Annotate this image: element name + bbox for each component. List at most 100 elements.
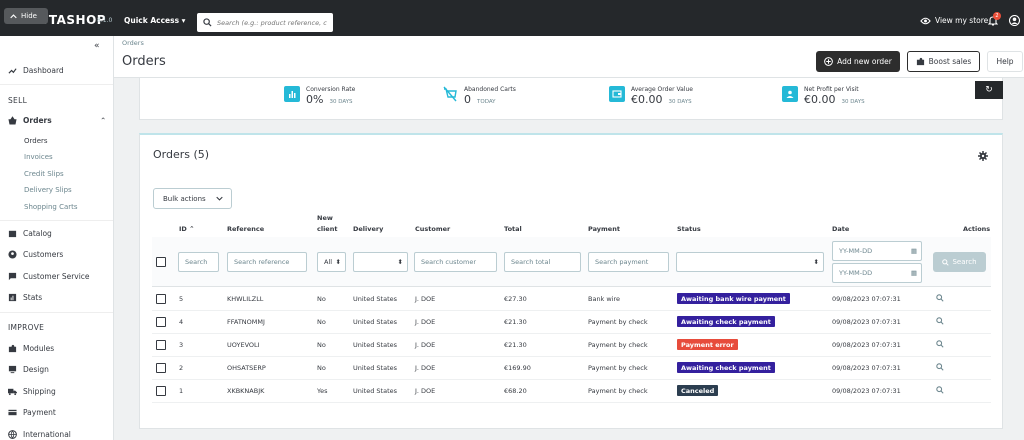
help-button[interactable]: Help [987,51,1023,72]
hide-label: Hide [21,12,37,20]
table-row[interactable]: 5 KHWLILZLL No United States J. DOE €27.30 Ban… [152,288,991,311]
filter-reference-input[interactable]: Search reference [227,252,307,272]
column-header-delivery[interactable]: Delivery [353,225,383,233]
filter-customer-input[interactable]: Search customer [414,252,497,272]
column-header-id[interactable]: ID ⌃ [179,225,195,233]
global-search[interactable] [197,13,333,32]
column-header-actions: Actions [963,225,991,233]
bulk-actions-dropdown[interactable]: Bulk actions [153,188,232,209]
global-search-input[interactable] [217,18,327,27]
kpi-average-order-value[interactable]: Average Order Value €0.00 30 DAYS [609,86,693,106]
status-badge[interactable]: Awaiting check payment [677,316,775,327]
chevron-up-icon [10,13,17,18]
view-order-icon[interactable] [936,294,944,304]
notifications-button[interactable]: 2 [987,12,1001,28]
table-row[interactable]: 4 FFATNOMMJ No United States J. DOE €21.30 Pay… [152,311,991,334]
kpi-net-profit[interactable]: Net Profit per Visit €0.00 30 DAYS [782,86,865,106]
sidebar-subitem-orders[interactable]: Orders [24,137,48,145]
chart-icon [284,86,300,102]
sidebar-subitem-delivery-slips[interactable]: Delivery Slips [24,186,72,194]
sidebar-item-customers[interactable]: Customers [8,250,63,259]
sidebar-item-design[interactable]: Design [8,365,49,374]
view-store-link[interactable]: View my store [920,16,988,25]
collapse-sidebar-icon[interactable]: « [94,41,100,51]
sidebar-subitem-shopping-carts[interactable]: Shopping Carts [24,203,78,211]
filter-id-input[interactable]: Search [178,252,219,272]
table-row[interactable]: 2 OHSATSERP No United States J. DOE €169.90 Pa… [152,357,991,380]
column-header-new-client-line2[interactable]: client [317,225,337,233]
order-payment: Payment by check [588,341,648,349]
row-checkbox[interactable] [156,363,166,373]
column-header-payment[interactable]: Payment [588,225,620,233]
kpi-period: TODAY [477,99,496,105]
view-order-icon[interactable] [936,340,944,350]
table-row[interactable]: 1 XKBKNABJK Yes United States J. DOE €68.20 Pa… [152,380,991,403]
status-badge[interactable]: Awaiting check payment [677,362,775,373]
row-checkbox[interactable] [156,386,166,396]
select-all-checkbox[interactable] [156,257,166,267]
filter-new-client-select[interactable]: All ⬍ [317,252,346,272]
sidebar-item-dashboard[interactable]: Dashboard [8,66,64,75]
order-delivery: United States [353,364,398,372]
sidebar-item-payment[interactable]: Payment [8,408,56,417]
refresh-kpi-button[interactable]: ↻ [975,81,1003,99]
hide-button[interactable]: Hide [4,8,48,24]
sort-arrows-icon: ⬍ [397,258,403,266]
page-header: Orders Orders Add new order Boost sales … [114,36,1024,78]
filter-payment-input[interactable]: Search payment [588,252,669,272]
column-header-date[interactable]: Date [832,225,849,233]
column-header-status[interactable]: Status [677,225,701,233]
order-id: 1 [179,387,184,395]
view-order-icon[interactable] [936,386,944,396]
basket-icon [8,116,17,125]
sidebar-label: Modules [23,344,55,353]
user-menu[interactable] [1008,14,1021,28]
status-badge[interactable]: Awaiting bank wire payment [677,293,790,304]
row-checkbox[interactable] [156,317,166,327]
kpi-conversion-rate[interactable]: Conversion Rate 0% 30 DAYS [284,86,355,106]
chevron-down-icon [215,196,223,201]
add-new-order-button[interactable]: Add new order [816,51,900,72]
sidebar-item-stats[interactable]: Stats [8,293,42,302]
view-order-icon[interactable] [936,317,944,327]
search-button[interactable]: Search [933,252,986,272]
sidebar-item-catalog[interactable]: Catalog [8,229,52,238]
kpi-label: Conversion Rate [306,86,356,93]
quick-access-dropdown[interactable]: Quick Access ▾ [124,16,185,25]
column-header-customer[interactable]: Customer [415,225,450,233]
sidebar-subitem-invoices[interactable]: Invoices [24,153,53,161]
column-header-reference[interactable]: Reference [227,225,264,233]
filter-status-select[interactable]: ⬍ [676,252,824,272]
status-badge[interactable]: Payment error [677,339,738,350]
desktop-icon [8,365,17,374]
sidebar-item-international[interactable]: International [8,430,71,439]
order-id: 3 [179,341,184,349]
order-reference: FFATNOMMJ [227,318,265,326]
column-header-new-client-line1[interactable]: New [317,214,333,222]
table-row[interactable]: 3 UOYEVOLI No United States J. DOE €21.30 Paym… [152,334,991,357]
order-date: 09/08/2023 07:07:31 [832,295,901,303]
column-header-total[interactable]: Total [504,225,522,233]
filter-date-from-input[interactable]: YY-MM-DD ▦ [832,241,922,261]
order-delivery: United States [353,318,398,326]
sidebar-item-orders[interactable]: Orders ⌃ [8,116,108,125]
sidebar-item-customer-service[interactable]: Customer Service [8,272,90,281]
date-placeholder: YY-MM-DD [839,247,873,255]
filter-total-input[interactable]: Search total [504,252,581,272]
boost-sales-button[interactable]: Boost sales [907,51,980,72]
row-checkbox[interactable] [156,340,166,350]
sidebar-subitem-credit-slips[interactable]: Credit Slips [24,170,64,178]
view-order-icon[interactable] [936,363,944,373]
kpi-abandoned-carts[interactable]: Abandoned Carts 0 TODAY [442,86,516,106]
order-date: 09/08/2023 07:07:31 [832,387,901,395]
sidebar-item-modules[interactable]: Modules [8,344,54,353]
filter-delivery-select[interactable]: ⬍ [353,252,408,272]
button-label: Boost sales [928,57,972,66]
sidebar-item-shipping[interactable]: Shipping [8,387,56,396]
breadcrumb[interactable]: Orders [122,39,144,47]
filter-date-to-input[interactable]: YY-MM-DD ▦ [832,263,922,283]
row-checkbox[interactable] [156,294,166,304]
status-badge[interactable]: Canceled [677,385,719,396]
account-icon [8,250,17,259]
settings-button[interactable] [978,151,988,163]
